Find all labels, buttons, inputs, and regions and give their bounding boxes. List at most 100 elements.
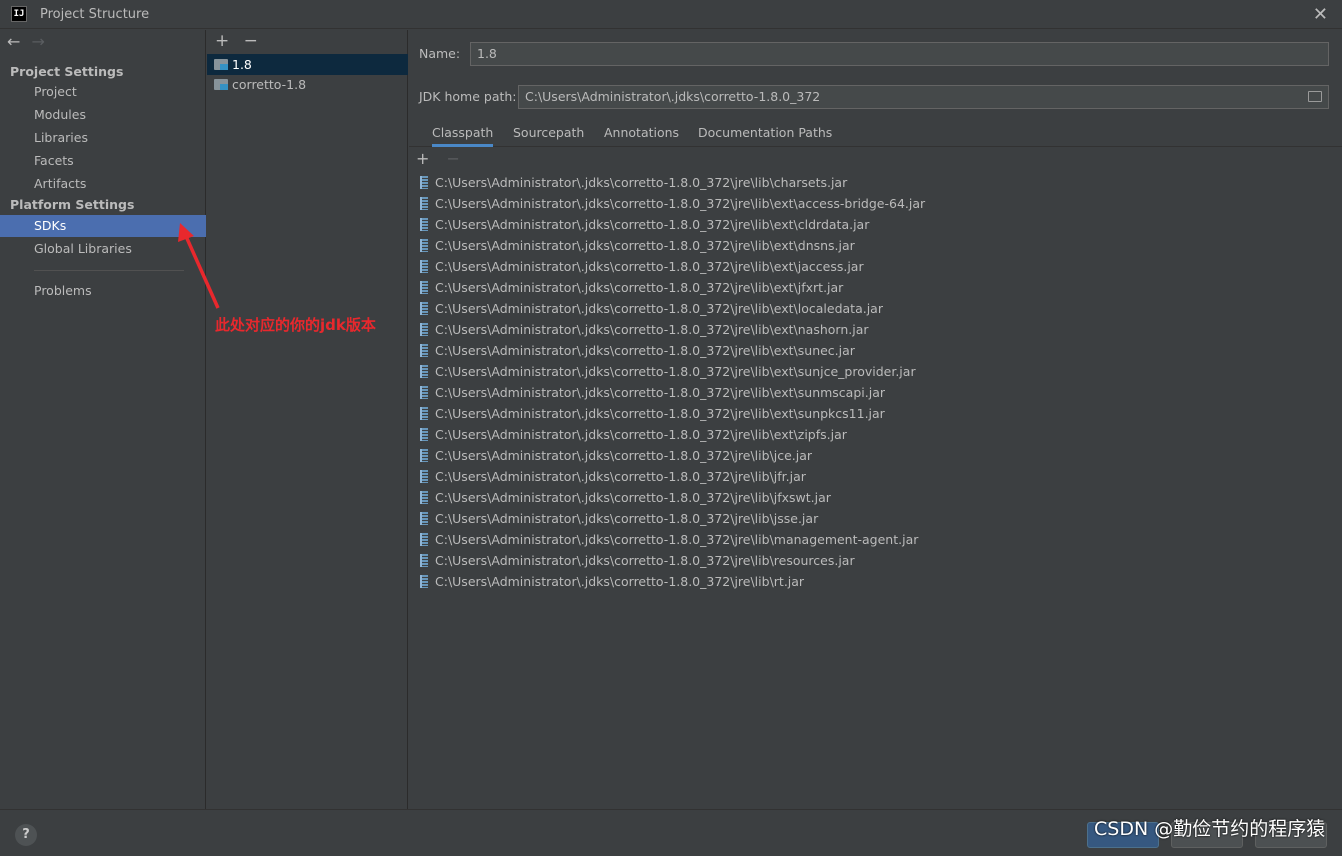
classpath-row[interactable]: C:\Users\Administrator\.jdks\corretto-1.…	[409, 298, 1342, 319]
jar-archive-icon	[420, 407, 428, 420]
sdk-item-label: corretto-1.8	[232, 77, 307, 92]
classpath-entry: C:\Users\Administrator\.jdks\corretto-1.…	[435, 175, 848, 190]
sdk-list-panel: + − 1.8 corretto-1.8	[207, 30, 408, 809]
jar-archive-icon	[420, 176, 428, 189]
classpath-row[interactable]: C:\Users\Administrator\.jdks\corretto-1.…	[409, 571, 1342, 592]
classpath-entry: C:\Users\Administrator\.jdks\corretto-1.…	[435, 280, 844, 295]
classpath-row[interactable]: C:\Users\Administrator\.jdks\corretto-1.…	[409, 340, 1342, 361]
classpath-row[interactable]: C:\Users\Administrator\.jdks\corretto-1.…	[409, 193, 1342, 214]
classpath-entry: C:\Users\Administrator\.jdks\corretto-1.…	[435, 427, 847, 442]
jar-archive-icon	[420, 365, 428, 378]
classpath-row[interactable]: C:\Users\Administrator\.jdks\corretto-1.…	[409, 214, 1342, 235]
classpath-row[interactable]: C:\Users\Administrator\.jdks\corretto-1.…	[409, 256, 1342, 277]
name-label: Name:	[419, 46, 461, 61]
folder-sdk-icon	[214, 79, 228, 90]
classpath-entry: C:\Users\Administrator\.jdks\corretto-1.…	[435, 490, 831, 505]
jar-archive-icon	[420, 575, 428, 588]
folder-sdk-icon	[214, 59, 228, 70]
add-path-button[interactable]: +	[416, 149, 429, 168]
classpath-row[interactable]: C:\Users\Administrator\.jdks\corretto-1.…	[409, 172, 1342, 193]
classpath-row[interactable]: C:\Users\Administrator\.jdks\corretto-1.…	[409, 445, 1342, 466]
classpath-entry: C:\Users\Administrator\.jdks\corretto-1.…	[435, 259, 864, 274]
jar-archive-icon	[420, 239, 428, 252]
sidebar-item-modules[interactable]: Modules	[0, 104, 206, 126]
remove-sdk-button[interactable]: −	[244, 31, 258, 51]
close-icon[interactable]: ✕	[1313, 4, 1328, 25]
history-nav: ← →	[7, 32, 51, 51]
jar-archive-icon	[420, 323, 428, 336]
classpath-entry: C:\Users\Administrator\.jdks\corretto-1.…	[435, 364, 916, 379]
sdk-item-1-8[interactable]: 1.8	[207, 54, 408, 75]
classpath-row[interactable]: C:\Users\Administrator\.jdks\corretto-1.…	[409, 487, 1342, 508]
jar-archive-icon	[420, 281, 428, 294]
sidebar-item-project[interactable]: Project	[0, 81, 206, 103]
sidebar-item-libraries[interactable]: Libraries	[0, 127, 206, 149]
classpath-entry: C:\Users\Administrator\.jdks\corretto-1.…	[435, 343, 855, 358]
classpath-row[interactable]: C:\Users\Administrator\.jdks\corretto-1.…	[409, 466, 1342, 487]
sdk-item-corretto-1-8[interactable]: corretto-1.8	[207, 74, 408, 95]
add-sdk-button[interactable]: +	[215, 31, 229, 51]
jar-archive-icon	[420, 449, 428, 462]
jar-archive-icon	[420, 386, 428, 399]
project-settings-heading: Project Settings	[10, 64, 124, 79]
sidebar-divider	[34, 270, 184, 271]
tab-sourcepath[interactable]: Sourcepath	[513, 125, 584, 147]
sidebar-item-artifacts[interactable]: Artifacts	[0, 173, 206, 195]
sdk-toolbar: + −	[215, 31, 267, 51]
tab-annotations[interactable]: Annotations	[604, 125, 679, 147]
jdk-home-path-value: C:\Users\Administrator\.jdks\corretto-1.…	[525, 89, 821, 104]
classpath-row[interactable]: C:\Users\Administrator\.jdks\corretto-1.…	[409, 277, 1342, 298]
jar-archive-icon	[420, 512, 428, 525]
classpath-entry: C:\Users\Administrator\.jdks\corretto-1.…	[435, 322, 869, 337]
jar-archive-icon	[420, 197, 428, 210]
help-button[interactable]: ?	[15, 824, 37, 846]
tab-documentation-paths[interactable]: Documentation Paths	[698, 125, 832, 147]
jar-archive-icon	[420, 491, 428, 504]
classpath-entry: C:\Users\Administrator\.jdks\corretto-1.…	[435, 553, 855, 568]
jar-archive-icon	[420, 302, 428, 315]
classpath-row[interactable]: C:\Users\Administrator\.jdks\corretto-1.…	[409, 361, 1342, 382]
annotation-text: 此处对应的你的jdk版本	[215, 316, 376, 334]
folder-browse-icon[interactable]	[1308, 91, 1322, 102]
tab-classpath[interactable]: Classpath	[432, 125, 494, 147]
jar-archive-icon	[420, 533, 428, 546]
settings-sidebar: ← → Project Settings Project Modules Lib…	[0, 30, 206, 809]
classpath-entry: C:\Users\Administrator\.jdks\corretto-1.…	[435, 406, 885, 421]
classpath-entry: C:\Users\Administrator\.jdks\corretto-1.…	[435, 532, 919, 547]
platform-settings-heading: Platform Settings	[10, 197, 135, 212]
jar-archive-icon	[420, 260, 428, 273]
jar-archive-icon	[420, 554, 428, 567]
jar-archive-icon	[420, 428, 428, 441]
back-arrow-icon[interactable]: ←	[7, 32, 20, 51]
classpath-entry: C:\Users\Administrator\.jdks\corretto-1.…	[435, 511, 819, 526]
classpath-entry: C:\Users\Administrator\.jdks\corretto-1.…	[435, 469, 806, 484]
classpath-row[interactable]: C:\Users\Administrator\.jdks\corretto-1.…	[409, 319, 1342, 340]
classpath-row[interactable]: C:\Users\Administrator\.jdks\corretto-1.…	[409, 529, 1342, 550]
classpath-row[interactable]: C:\Users\Administrator\.jdks\corretto-1.…	[409, 403, 1342, 424]
sdk-tabs: Classpath Sourcepath Annotations Documen…	[409, 122, 1342, 147]
sdk-detail-panel: Name: 1.8 JDK home path: C:\Users\Admini…	[409, 30, 1342, 809]
classpath-entry: C:\Users\Administrator\.jdks\corretto-1.…	[435, 385, 885, 400]
classpath-row[interactable]: C:\Users\Administrator\.jdks\corretto-1.…	[409, 382, 1342, 403]
classpath-row[interactable]: C:\Users\Administrator\.jdks\corretto-1.…	[409, 424, 1342, 445]
forward-arrow-icon[interactable]: →	[32, 32, 45, 51]
classpath-entry: C:\Users\Administrator\.jdks\corretto-1.…	[435, 217, 870, 232]
red-arrow-annotation	[178, 223, 220, 309]
classpath-row[interactable]: C:\Users\Administrator\.jdks\corretto-1.…	[409, 235, 1342, 256]
csdn-watermark: CSDN @勤俭节约的程序猿	[1094, 818, 1326, 840]
jar-archive-icon	[420, 344, 428, 357]
classpath-row[interactable]: C:\Users\Administrator\.jdks\corretto-1.…	[409, 550, 1342, 571]
classpath-entry: C:\Users\Administrator\.jdks\corretto-1.…	[435, 301, 883, 316]
classpath-row[interactable]: C:\Users\Administrator\.jdks\corretto-1.…	[409, 508, 1342, 529]
classpath-list: C:\Users\Administrator\.jdks\corretto-1.…	[409, 172, 1342, 592]
jdk-home-label: JDK home path:	[419, 89, 517, 104]
classpath-entry: C:\Users\Administrator\.jdks\corretto-1.…	[435, 196, 926, 211]
jdk-home-path-field[interactable]: C:\Users\Administrator\.jdks\corretto-1.…	[518, 85, 1329, 109]
name-field[interactable]: 1.8	[470, 42, 1329, 66]
sdk-item-label: 1.8	[232, 57, 252, 72]
remove-path-button[interactable]: −	[447, 149, 460, 168]
sidebar-item-facets[interactable]: Facets	[0, 150, 206, 172]
classpath-toolbar: + −	[416, 149, 472, 168]
jar-archive-icon	[420, 218, 428, 231]
classpath-entry: C:\Users\Administrator\.jdks\corretto-1.…	[435, 238, 855, 253]
